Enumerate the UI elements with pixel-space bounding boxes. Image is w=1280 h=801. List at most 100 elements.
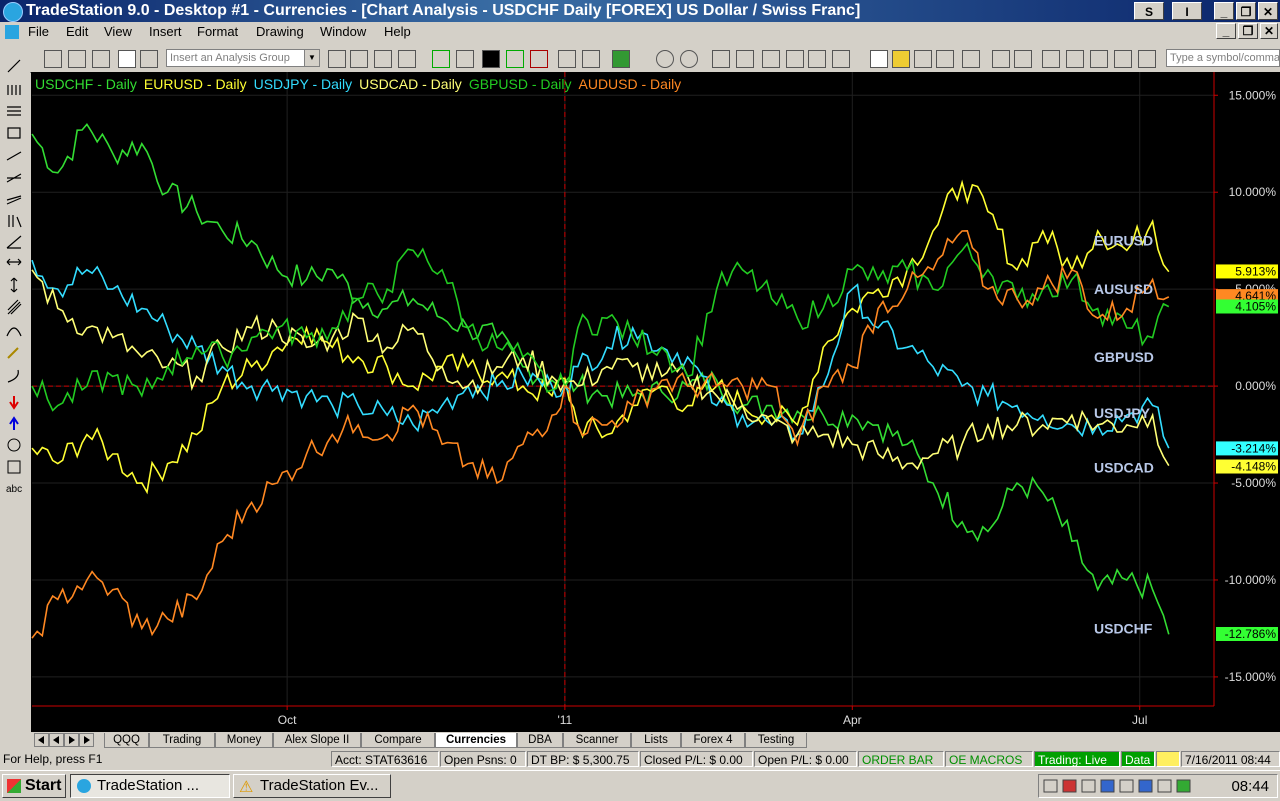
ellipse-icon[interactable] xyxy=(7,438,21,452)
taskbar-tradestation-events[interactable]: ⚠ TradeStation Ev... xyxy=(233,774,391,798)
pencil-icon[interactable] xyxy=(7,347,19,359)
network-icon[interactable] xyxy=(1138,50,1156,68)
table-icon[interactable] xyxy=(92,50,110,68)
chart-svg[interactable]: 15.000%10.000%5.000%0.000%-5.000%-10.000… xyxy=(31,72,1280,732)
symbol-input[interactable]: Type a symbol/command xyxy=(1166,49,1280,67)
tray-volume-icon[interactable] xyxy=(1157,779,1172,793)
parallel-lines-icon[interactable] xyxy=(7,299,22,315)
tab-dba[interactable]: DBA xyxy=(517,733,563,748)
zoom-in-icon[interactable] xyxy=(656,50,674,68)
layout-icon[interactable] xyxy=(140,50,158,68)
save-icon[interactable] xyxy=(936,50,954,68)
format-icon[interactable] xyxy=(374,50,392,68)
minimize-button[interactable]: _ xyxy=(1214,2,1234,20)
horizontal-arrow-icon[interactable] xyxy=(6,258,22,266)
menu-edit[interactable]: Edit xyxy=(66,24,88,39)
tray-status-icon[interactable] xyxy=(1176,779,1191,793)
tab-scanner[interactable]: Scanner xyxy=(563,733,631,748)
tray-display-icon[interactable] xyxy=(1138,779,1153,793)
analysis-save-icon[interactable] xyxy=(350,50,368,68)
tab-lists[interactable]: Lists xyxy=(631,733,681,748)
fib-icon[interactable] xyxy=(6,235,22,249)
cut-icon[interactable] xyxy=(1042,50,1060,68)
open-folder-icon[interactable] xyxy=(892,50,910,68)
rectangle-channel-icon[interactable] xyxy=(7,127,21,139)
hammer-icon[interactable] xyxy=(762,50,780,68)
print-icon[interactable] xyxy=(1014,50,1032,68)
tray-monitor-icon[interactable] xyxy=(1100,779,1115,793)
restore-button[interactable]: ❐ xyxy=(1236,2,1256,20)
menu-insert[interactable]: Insert xyxy=(149,24,182,39)
chart-area[interactable]: 15.000%10.000%5.000%0.000%-5.000%-10.000… xyxy=(31,72,1280,732)
analysis-group-select[interactable]: Insert an Analysis Group ▼ xyxy=(166,49,320,67)
cycle-lines-icon[interactable] xyxy=(8,215,22,228)
tab-money[interactable]: Money xyxy=(215,733,273,748)
menu-format[interactable]: Format xyxy=(197,24,238,39)
menu-drawing[interactable]: Drawing xyxy=(256,24,304,39)
scroll-right-icon[interactable] xyxy=(582,50,600,68)
chart-type-icon[interactable] xyxy=(612,50,630,68)
note-icon[interactable] xyxy=(832,50,850,68)
angle-icon[interactable] xyxy=(6,151,22,161)
i-menu-button[interactable]: I xyxy=(1172,2,1202,20)
paste-icon[interactable] xyxy=(1066,50,1084,68)
chevron-down-icon[interactable]: ▼ xyxy=(304,50,319,66)
candlestick-icon[interactable] xyxy=(530,50,548,68)
vertical-arrow-icon[interactable] xyxy=(10,277,18,293)
data-icon[interactable] xyxy=(1090,50,1108,68)
rectangle-icon[interactable] xyxy=(7,460,21,474)
document-icon[interactable] xyxy=(5,25,19,39)
grid-icon[interactable] xyxy=(68,50,86,68)
child-close-button[interactable]: ✕ xyxy=(1260,23,1278,39)
taskbar-tradestation[interactable]: TradeStation ... xyxy=(70,774,230,798)
save-desktop-icon[interactable] xyxy=(992,50,1010,68)
tab-currencies[interactable]: Currencies xyxy=(435,733,517,748)
series-line-gbpusd[interactable] xyxy=(31,242,1170,412)
arc-icon[interactable] xyxy=(6,327,22,337)
hide-icon[interactable] xyxy=(808,50,826,68)
down-arrow-icon[interactable] xyxy=(9,396,19,410)
close-button[interactable]: ✕ xyxy=(1258,2,1278,20)
tray-security-icon[interactable] xyxy=(1062,779,1077,793)
start-button[interactable]: Start xyxy=(2,774,66,798)
horizontal-lines-icon[interactable] xyxy=(7,106,21,116)
curve-icon[interactable] xyxy=(7,369,19,383)
print-preview-icon[interactable] xyxy=(962,50,980,68)
oe-macros-button[interactable]: OE MACROS xyxy=(945,751,1033,767)
tray-printer-icon[interactable] xyxy=(1043,779,1058,793)
ohlc-icon[interactable] xyxy=(506,50,524,68)
gann-icon[interactable] xyxy=(6,173,22,183)
account-status[interactable]: Acct: STAT63616 xyxy=(331,751,439,767)
up-arrow-icon[interactable] xyxy=(9,416,19,430)
tab-compare[interactable]: Compare xyxy=(361,733,435,748)
copy-icon[interactable] xyxy=(914,50,932,68)
bar-chart-icon[interactable] xyxy=(482,50,500,68)
tab-qqq[interactable]: QQQ xyxy=(104,733,149,748)
child-restore-button[interactable]: ❐ xyxy=(1238,23,1258,39)
menu-view[interactable]: View xyxy=(104,24,132,39)
menu-file[interactable]: File xyxy=(28,24,49,39)
tab-trading[interactable]: Trading xyxy=(149,733,215,748)
window-icon[interactable] xyxy=(118,50,136,68)
tray-icons[interactable] xyxy=(1043,779,1193,793)
series-line-eurusd[interactable] xyxy=(31,179,1170,495)
scroll-left-icon[interactable] xyxy=(558,50,576,68)
tab-alex-slope-ii[interactable]: Alex Slope II xyxy=(273,733,361,748)
tray-app-icon[interactable] xyxy=(1119,779,1134,793)
s-menu-button[interactable]: S xyxy=(1134,2,1164,20)
analysis-group-icon[interactable] xyxy=(328,50,346,68)
tab-testing[interactable]: Testing xyxy=(745,733,807,748)
indicator-icon[interactable] xyxy=(398,50,416,68)
tray-network-icon[interactable] xyxy=(1081,779,1096,793)
vertical-lines-icon[interactable] xyxy=(7,85,21,95)
data-status[interactable]: Data xyxy=(1121,751,1155,767)
tab-forex-4[interactable]: Forex 4 xyxy=(681,733,745,748)
symbol-link-icon[interactable] xyxy=(456,50,474,68)
trendline-icon[interactable] xyxy=(7,59,21,73)
channel-icon[interactable] xyxy=(6,195,22,205)
wrench-icon[interactable] xyxy=(1114,50,1132,68)
menu-help[interactable]: Help xyxy=(384,24,411,39)
drawing-cursor-icon[interactable] xyxy=(736,50,754,68)
pointer-icon[interactable] xyxy=(712,50,730,68)
tools-icon[interactable] xyxy=(786,50,804,68)
